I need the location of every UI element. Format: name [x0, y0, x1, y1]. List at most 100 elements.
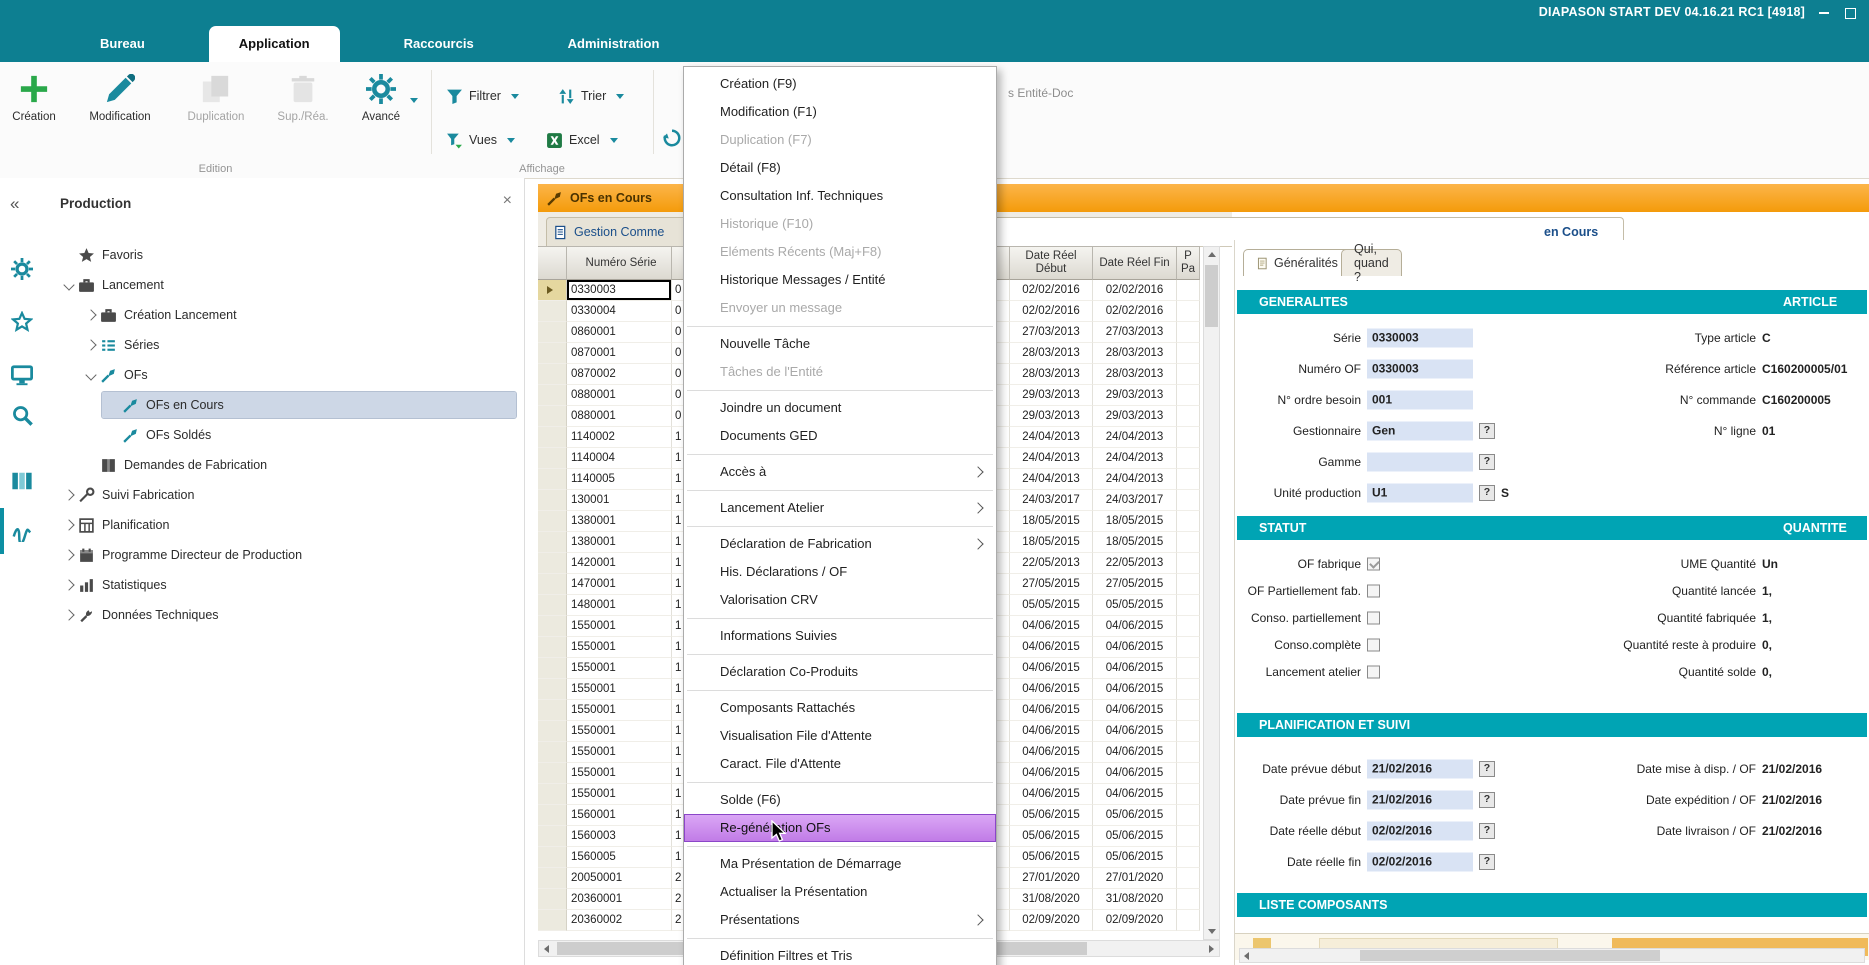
cell-date-reel-debut[interactable]: 18/05/2015 — [1010, 511, 1093, 532]
menu-item-detail-f8[interactable]: Détail (F8) — [684, 154, 996, 182]
sync-icon[interactable] — [662, 128, 682, 148]
cell-date-reel-fin[interactable]: 29/03/2013 — [1093, 385, 1177, 406]
cell-row-marker[interactable] — [538, 763, 567, 784]
cell-pa[interactable] — [1177, 679, 1200, 700]
cell-pa[interactable] — [1177, 511, 1200, 532]
cell-date-reel-debut[interactable]: 24/03/2017 — [1010, 490, 1093, 511]
cell-pa[interactable] — [1177, 385, 1200, 406]
cell-row-marker[interactable] — [538, 490, 567, 511]
sidebar-item-demandes-de-fabrication[interactable]: Demandes de Fabrication — [44, 450, 524, 480]
help-button[interactable]: ? — [1479, 854, 1495, 870]
of-fabrique-checkbox[interactable] — [1367, 557, 1380, 570]
ribbon-tab-bureau[interactable]: Bureau — [70, 26, 175, 62]
menu-item-declaration-co-produits[interactable]: Déclaration Co-Produits — [684, 658, 996, 686]
cell-row-marker[interactable] — [538, 805, 567, 826]
cell-date-reel-debut[interactable]: 05/06/2015 — [1010, 826, 1093, 847]
star-icon[interactable] — [11, 311, 33, 333]
menu-item-re-generation-ofs[interactable]: Re-génération OFs — [684, 814, 996, 842]
cell-date-reel-debut[interactable]: 28/03/2013 — [1010, 364, 1093, 385]
menu-item-documents-ged[interactable]: Documents GED — [684, 422, 996, 450]
cell-row-marker[interactable] — [538, 595, 567, 616]
sidebar-item-creation-lancement[interactable]: Création Lancement — [44, 300, 524, 330]
cell-pa[interactable] — [1177, 658, 1200, 679]
cell-numero-serie[interactable]: 1140002 — [567, 427, 672, 448]
excel-button[interactable]: Excel — [546, 128, 618, 152]
chevron-right-icon[interactable] — [60, 611, 78, 619]
cell-numero-serie[interactable]: 1140005 — [567, 469, 672, 490]
menu-item-informations-suivies[interactable]: Informations Suivies — [684, 622, 996, 650]
cell-numero-serie[interactable]: 1550001 — [567, 679, 672, 700]
creation-button[interactable]: Création — [0, 74, 73, 123]
vues-button[interactable]: Vues — [446, 128, 515, 152]
cell-numero-serie[interactable]: 130001 — [567, 490, 672, 511]
cell-pa[interactable] — [1177, 637, 1200, 658]
chevron-down-icon[interactable] — [60, 281, 78, 289]
sidebar-item-favoris[interactable]: Favoris — [44, 240, 524, 270]
cell-date-reel-fin[interactable]: 05/06/2015 — [1093, 847, 1177, 868]
column-header-date-reel-debut[interactable]: Date Réel Début — [1010, 246, 1093, 280]
cell-date-reel-debut[interactable]: 05/05/2015 — [1010, 595, 1093, 616]
cell-numero-serie[interactable]: 1480001 — [567, 595, 672, 616]
sidebar-item-ofs[interactable]: OFs — [44, 360, 524, 390]
cell-row-marker[interactable] — [538, 910, 567, 931]
chevron-right-icon[interactable] — [82, 311, 100, 319]
cell-pa[interactable] — [1177, 595, 1200, 616]
sidebar-item-lancement[interactable]: Lancement — [44, 270, 524, 300]
cell-date-reel-debut[interactable]: 29/03/2013 — [1010, 406, 1093, 427]
cell-date-reel-fin[interactable]: 04/06/2015 — [1093, 658, 1177, 679]
date-prevue-debut-field[interactable]: 21/02/2016 — [1367, 759, 1473, 778]
cell-pa[interactable] — [1177, 616, 1200, 637]
sidebar-item-suivi-fabrication[interactable]: Suivi Fabrication — [44, 480, 524, 510]
menu-item-ma-presentation-de-demarrage[interactable]: Ma Présentation de Démarrage — [684, 850, 996, 878]
cell-date-reel-fin[interactable]: 27/05/2015 — [1093, 574, 1177, 595]
date-reelle-fin-field[interactable]: 02/02/2016 — [1367, 852, 1473, 871]
cell-numero-serie[interactable]: 1470001 — [567, 574, 672, 595]
cell-date-reel-debut[interactable]: 05/06/2015 — [1010, 805, 1093, 826]
cell-date-reel-debut[interactable]: 04/06/2015 — [1010, 742, 1093, 763]
scroll-right-button[interactable] — [1204, 941, 1219, 956]
cell-pa[interactable] — [1177, 322, 1200, 343]
cell-date-reel-fin[interactable]: 04/06/2015 — [1093, 784, 1177, 805]
cell-row-marker[interactable] — [538, 721, 567, 742]
cell-numero-serie[interactable]: 20360001 — [567, 889, 672, 910]
cell-numero-serie[interactable]: 0330003 — [567, 280, 672, 301]
lancement-atelier-checkbox[interactable] — [1367, 665, 1380, 678]
cell-row-marker[interactable] — [538, 532, 567, 553]
cell-pa[interactable] — [1177, 763, 1200, 784]
cell-numero-serie[interactable]: 1140004 — [567, 448, 672, 469]
sidebar-item-ofs-soldes[interactable]: OFs Soldés — [44, 420, 524, 450]
conso-complete-checkbox[interactable] — [1367, 638, 1380, 651]
menu-item-acces-a[interactable]: Accès à — [684, 458, 996, 486]
cell-date-reel-fin[interactable]: 04/06/2015 — [1093, 679, 1177, 700]
cell-date-reel-debut[interactable]: 27/03/2013 — [1010, 322, 1093, 343]
cell-date-reel-fin[interactable]: 24/04/2013 — [1093, 427, 1177, 448]
date-prevue-fin-field[interactable]: 21/02/2016 — [1367, 790, 1473, 809]
menu-item-declaration-de-fabrication[interactable]: Déclaration de Fabrication — [684, 530, 996, 558]
cell-row-marker[interactable] — [538, 406, 567, 427]
cell-date-reel-fin[interactable]: 04/06/2015 — [1093, 616, 1177, 637]
cell-date-reel-fin[interactable]: 02/09/2020 — [1093, 910, 1177, 931]
cell-date-reel-debut[interactable]: 04/06/2015 — [1010, 721, 1093, 742]
cell-date-reel-debut[interactable]: 24/04/2013 — [1010, 427, 1093, 448]
cell-row-marker[interactable] — [538, 343, 567, 364]
cell-date-reel-fin[interactable]: 04/06/2015 — [1093, 742, 1177, 763]
cell-row-marker[interactable] — [538, 385, 567, 406]
menu-item-composants-rattaches[interactable]: Composants Rattachés — [684, 694, 996, 722]
cell-numero-serie[interactable]: 0870001 — [567, 343, 672, 364]
numero-of-field[interactable]: 0330003 — [1367, 359, 1473, 378]
cell-numero-serie[interactable]: 1560005 — [567, 847, 672, 868]
cell-pa[interactable] — [1177, 700, 1200, 721]
cell-pa[interactable] — [1177, 553, 1200, 574]
chevron-right-icon[interactable] — [60, 551, 78, 559]
cell-pa[interactable] — [1177, 364, 1200, 385]
chevron-right-icon[interactable] — [60, 581, 78, 589]
cell-date-reel-debut[interactable]: 27/01/2020 — [1010, 868, 1093, 889]
gear-icon[interactable] — [11, 258, 33, 280]
menu-item-visualisation-file-d-attente[interactable]: Visualisation File d'Attente — [684, 722, 996, 750]
menu-item-creation-f9[interactable]: Création (F9) — [684, 70, 996, 98]
sidebar-item-series[interactable]: Séries — [44, 330, 524, 360]
cell-pa[interactable] — [1177, 574, 1200, 595]
cell-numero-serie[interactable]: 1550001 — [567, 637, 672, 658]
cell-pa[interactable] — [1177, 889, 1200, 910]
menu-item-presentations[interactable]: Présentations — [684, 906, 996, 934]
